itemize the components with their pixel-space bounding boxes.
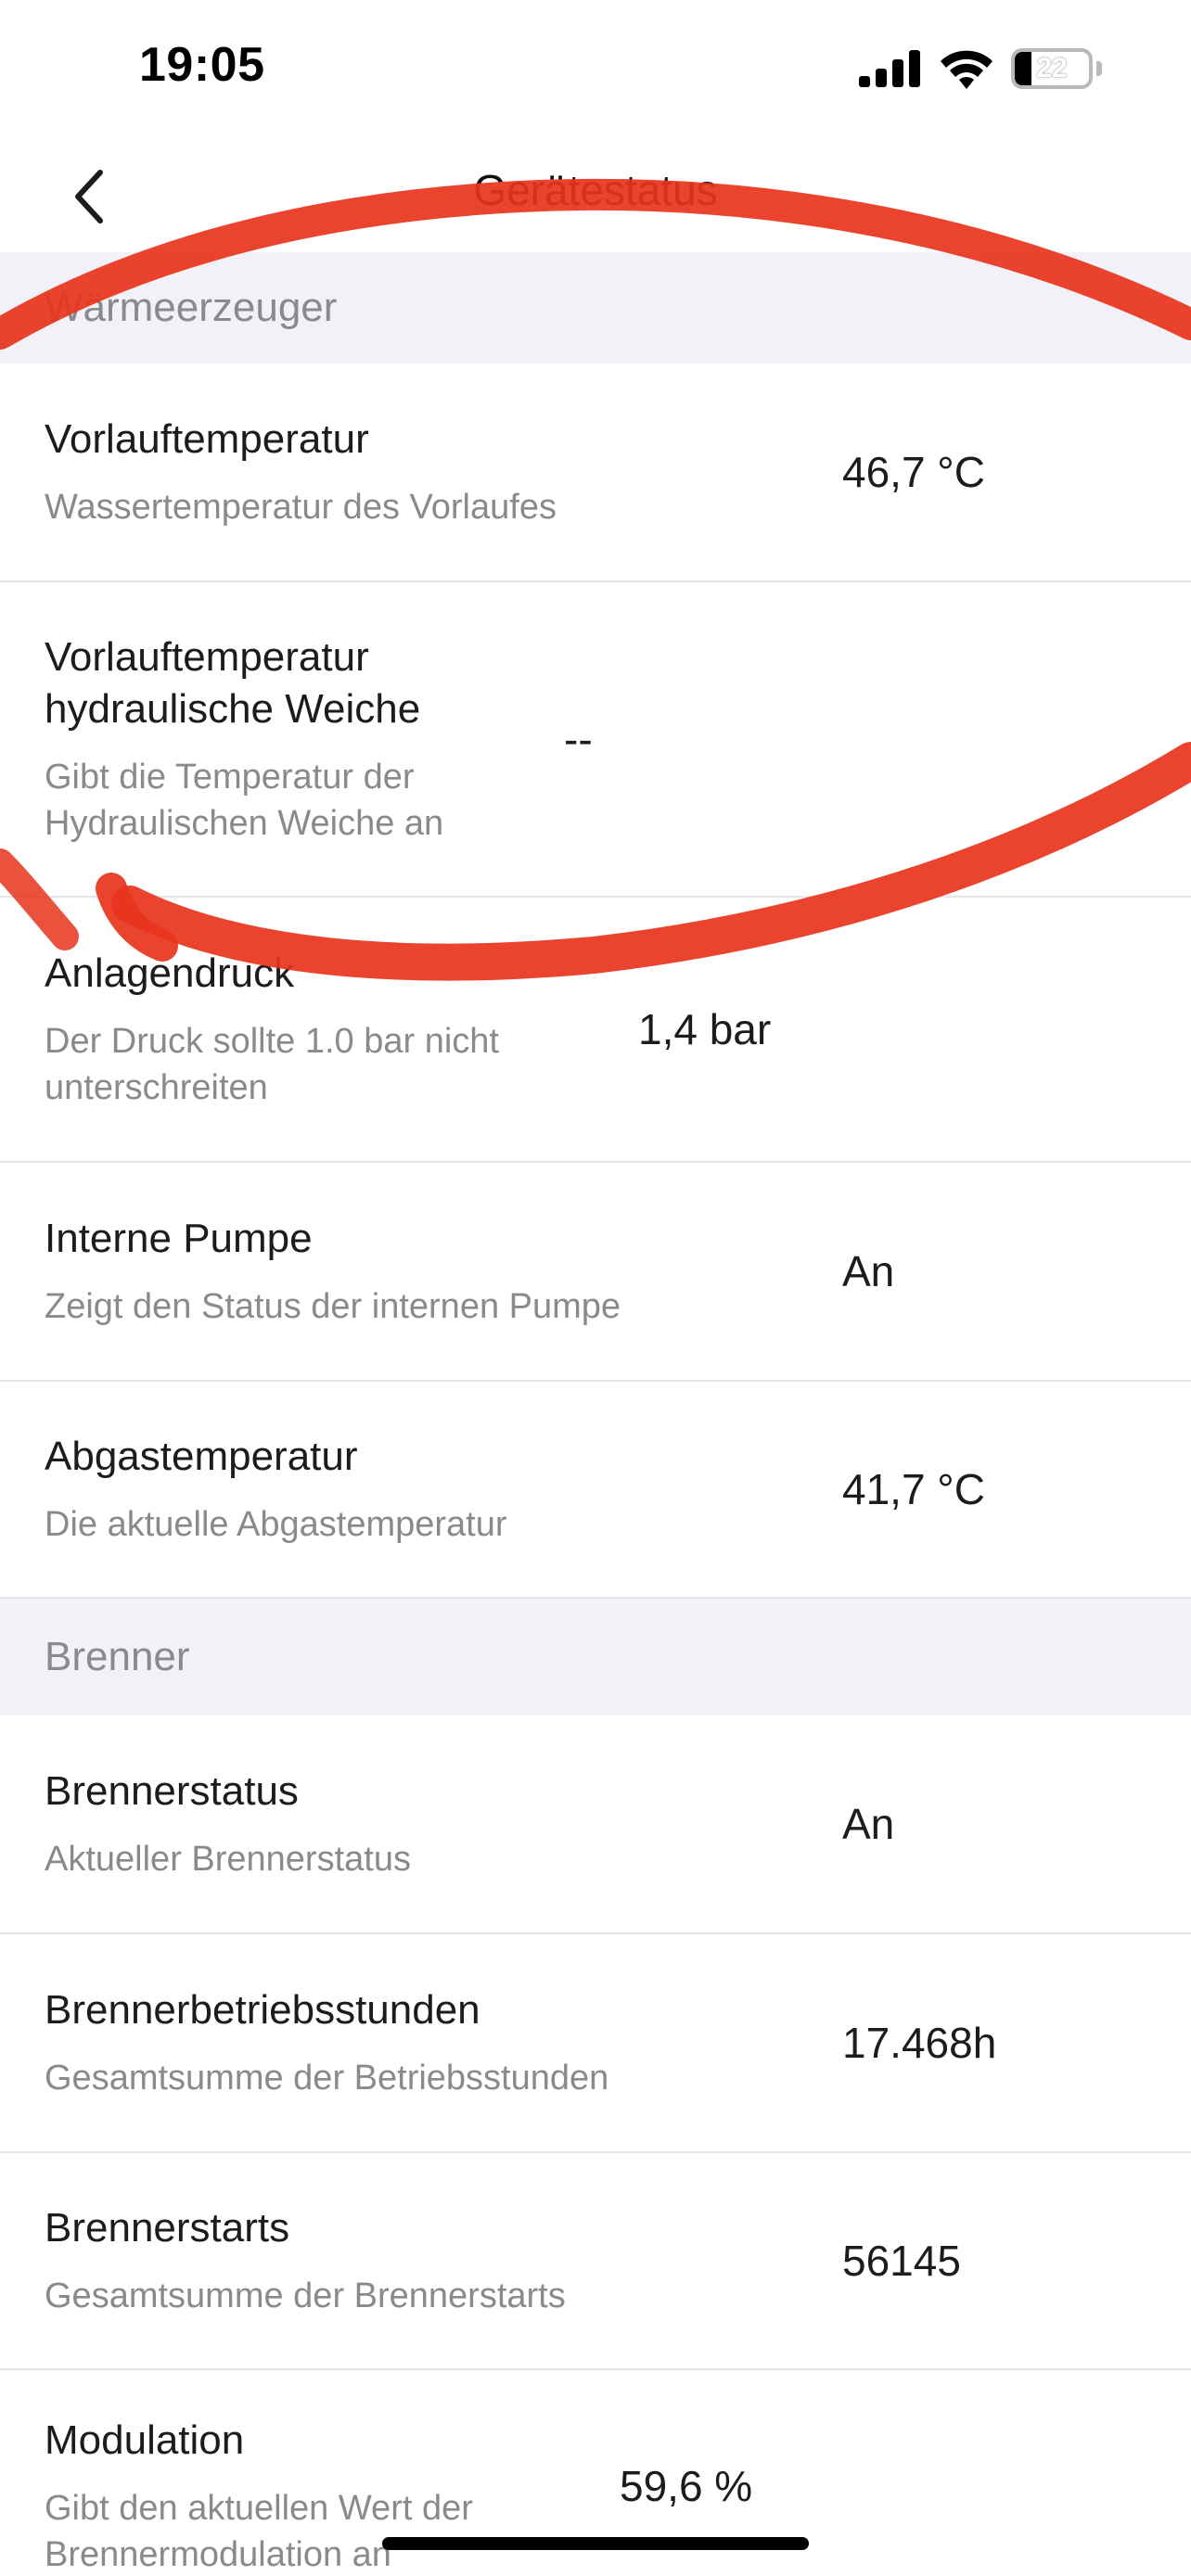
battery-icon: 22 xyxy=(1011,48,1093,89)
list-item-interne-pumpe[interactable]: Interne Pumpe Zeigt den Status der inter… xyxy=(0,1163,1191,1382)
row-value: An xyxy=(842,1800,895,1848)
row-value: 1,4 bar xyxy=(638,1005,772,1053)
status-time: 19:05 xyxy=(139,38,265,92)
row-title: Anlagendruck xyxy=(45,950,295,996)
row-value: 46,7 °C xyxy=(842,448,985,496)
row-title: Vorlauftemperatur hydraulische Weiche xyxy=(45,634,421,732)
row-title: Vorlauftemperatur xyxy=(45,416,369,462)
row-value: 17.468h xyxy=(842,2019,997,2067)
section-header-brenner: Brenner xyxy=(0,1599,1191,1715)
status-list[interactable]: Wärmeerzeuger Vorlauftemperatur Wasserte… xyxy=(0,252,1191,2576)
row-value: -- xyxy=(564,715,593,763)
row-title: Brennerbetriebsstunden xyxy=(45,1987,480,2033)
row-text: Brennerstatus Aktueller Brennerstatus xyxy=(45,1766,842,1882)
row-title: Abgastemperatur xyxy=(45,1434,358,1479)
row-subtitle: Gesamtsumme der Betriebsstunden xyxy=(45,2059,609,2098)
list-item-brennerstatus[interactable]: Brennerstatus Aktueller Brennerstatus An xyxy=(0,1715,1191,1934)
row-value: 56145 xyxy=(842,2237,961,2285)
row-title: Brennerstarts xyxy=(45,2205,290,2251)
status-bar: 19:05 22 xyxy=(0,0,1191,139)
row-text: Interne Pumpe Zeigt den Status der inter… xyxy=(45,1213,842,1330)
row-subtitle: Wassertemperatur des Vorlaufes xyxy=(45,488,557,527)
row-title: Brennerstatus xyxy=(45,1768,299,1814)
row-subtitle: Gibt den aktuellen Wert der Brennermodul… xyxy=(45,2489,473,2574)
row-text: Brennerbetriebsstunden Gesamtsumme der B… xyxy=(45,1984,842,2101)
cellular-signal-icon xyxy=(859,50,920,87)
list-item-brennerstarts[interactable]: Brennerstarts Gesamtsumme der Brennersta… xyxy=(0,2153,1191,2370)
row-subtitle: Zeigt den Status der internen Pumpe xyxy=(45,1287,621,1326)
list-item-vorlauftemperatur[interactable]: Vorlauftemperatur Wassertemperatur des V… xyxy=(0,363,1191,582)
list-item-brennerbetriebsstunden[interactable]: Brennerbetriebsstunden Gesamtsumme der B… xyxy=(0,1934,1191,2153)
list-item-abgastemperatur[interactable]: Abgastemperatur Die aktuelle Abgastemper… xyxy=(0,1382,1191,1599)
status-icons: 22 xyxy=(859,48,1102,89)
row-subtitle: Gesamtsumme der Brennerstarts xyxy=(45,2276,566,2315)
row-text: Brennerstarts Gesamtsumme der Brennersta… xyxy=(45,2202,842,2319)
screen: 19:05 22 Gerätestatus Wärmeerzeuger Vorl… xyxy=(0,0,1191,2576)
row-subtitle: Der Druck sollte 1.0 bar nicht unterschr… xyxy=(45,1022,499,1107)
row-value: 59,6 % xyxy=(620,2462,753,2510)
battery-cap xyxy=(1096,61,1102,76)
row-subtitle: Aktueller Brennerstatus xyxy=(45,1840,411,1879)
section-header-waermeerzeuger: Wärmeerzeuger xyxy=(0,252,1191,363)
row-subtitle: Die aktuelle Abgastemperatur xyxy=(45,1505,507,1544)
list-item-vorlauftemperatur-weiche[interactable]: Vorlauftemperatur hydraulische Weiche Gi… xyxy=(0,582,1191,898)
wifi-icon xyxy=(941,50,992,89)
row-value: An xyxy=(842,1247,895,1295)
row-text: Modulation Gibt den aktuellen Wert der B… xyxy=(45,2415,620,2576)
list-item-anlagendruck[interactable]: Anlagendruck Der Druck sollte 1.0 bar ni… xyxy=(0,898,1191,1163)
row-subtitle: Gibt die Temperatur der Hydraulischen We… xyxy=(45,758,444,843)
row-text: Vorlauftemperatur Wassertemperatur des V… xyxy=(45,414,842,530)
home-indicator[interactable] xyxy=(382,2537,809,2550)
battery-level: 22 xyxy=(1036,53,1068,83)
row-title: Interne Pumpe xyxy=(45,1216,313,1261)
page-title: Gerätestatus xyxy=(473,166,718,214)
row-title: Modulation xyxy=(45,2417,245,2463)
row-text: Vorlauftemperatur hydraulische Weiche Gi… xyxy=(45,631,564,847)
nav-bar: Gerätestatus xyxy=(0,139,1191,252)
row-text: Abgastemperatur Die aktuelle Abgastemper… xyxy=(45,1431,842,1548)
row-text: Anlagendruck Der Druck sollte 1.0 bar ni… xyxy=(45,948,638,1111)
row-value: 41,7 °C xyxy=(842,1465,985,1513)
